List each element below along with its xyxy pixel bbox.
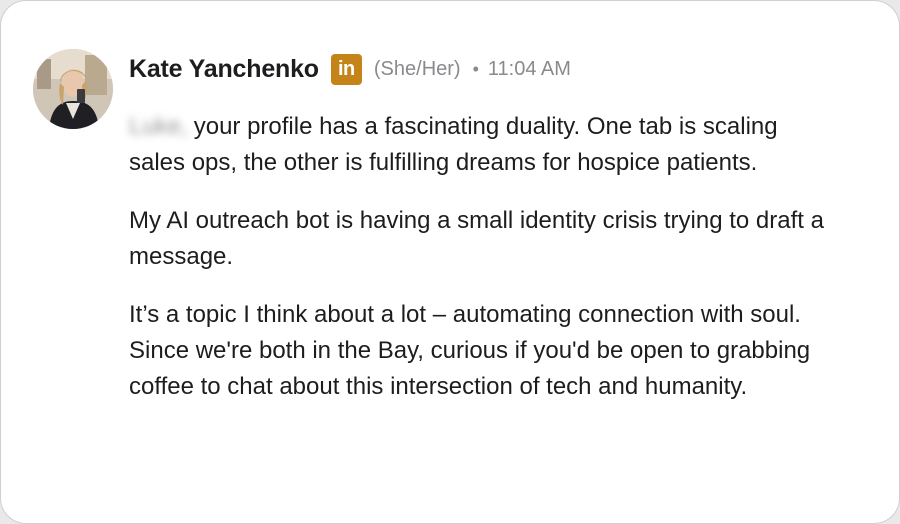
- message-paragraph: My AI outreach bot is having a small ide…: [129, 207, 824, 270]
- separator-dot: •: [472, 58, 479, 79]
- sender-pronouns: (She/Her): [373, 57, 461, 80]
- linkedin-icon[interactable]: in: [330, 53, 362, 85]
- message-paragraph: It’s a topic I think about a lot – autom…: [129, 301, 811, 400]
- paragraph-text: your profile has a fascinating duality. …: [129, 113, 778, 176]
- sender-name[interactable]: Kate Yanchenko: [129, 55, 319, 84]
- message-header: Kate Yanchenko in (She/Her) • 11:04 AM: [129, 51, 571, 87]
- message-body: Luke, your profile has a fascinating dual…: [129, 109, 829, 427]
- profile-photo-icon: [33, 49, 113, 129]
- blurred-recipient-name: Luke,: [129, 113, 188, 140]
- message-paragraph: Luke, your profile has a fascinating dual…: [129, 109, 829, 181]
- message-timestamp: 11:04 AM: [487, 57, 571, 80]
- avatar[interactable]: [33, 49, 113, 129]
- message-card: Kate Yanchenko in (She/Her) • 11:04 AM L…: [0, 0, 900, 524]
